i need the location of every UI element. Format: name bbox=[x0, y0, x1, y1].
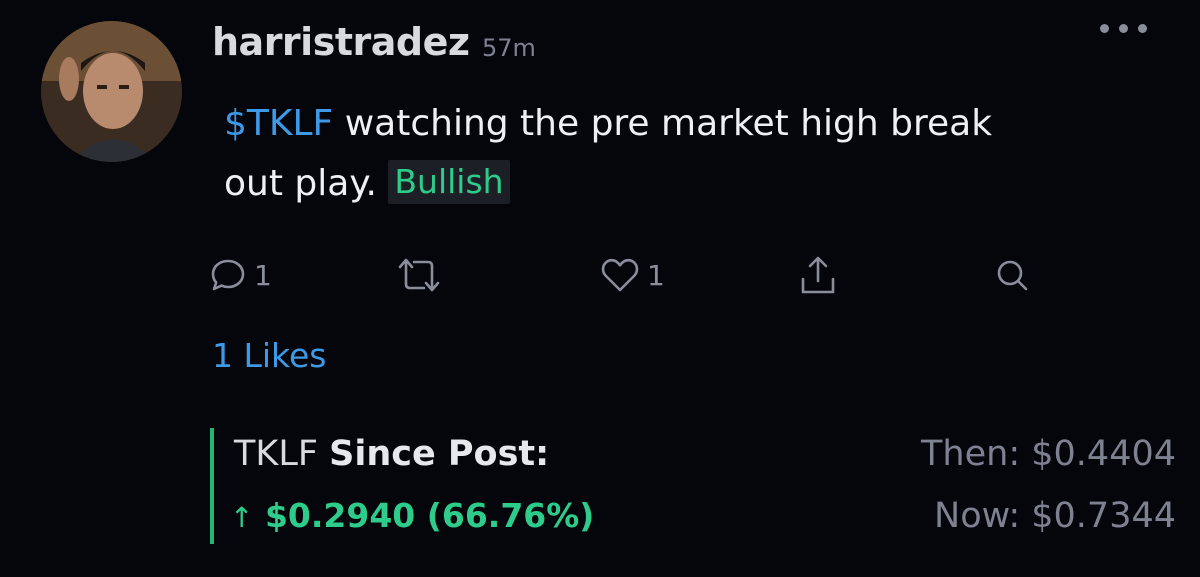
reply-count: 1 bbox=[254, 258, 272, 292]
sentiment-badge: Bullish bbox=[388, 160, 510, 204]
since-post-label: Since Post: bbox=[329, 434, 550, 474]
more-dot bbox=[1119, 23, 1128, 33]
search-icon bbox=[997, 260, 1028, 291]
then-label: Then: bbox=[921, 434, 1021, 474]
username[interactable]: harristradez bbox=[212, 20, 470, 64]
now-price: Now: $0.7344 bbox=[934, 496, 1176, 536]
reshare-button[interactable] bbox=[396, 252, 442, 298]
like-count: 1 bbox=[647, 258, 665, 292]
reply-icon bbox=[211, 259, 245, 291]
price-performance-panel[interactable]: TKLF Since Post: ↑ $0.2940 (66.76%) Then… bbox=[210, 428, 1176, 544]
post-text-line2: out play. bbox=[224, 163, 377, 204]
like-button[interactable]: 1 bbox=[599, 252, 665, 298]
reply-button[interactable]: 1 bbox=[208, 252, 272, 298]
avatar[interactable] bbox=[41, 21, 182, 162]
share-icon bbox=[801, 256, 835, 294]
up-arrow-icon: ↑ bbox=[230, 501, 254, 534]
post-body: $TKLF watching the pre market high break… bbox=[224, 94, 1064, 214]
more-icon[interactable] bbox=[1100, 22, 1160, 34]
post-timestamp: 57m bbox=[482, 34, 536, 62]
then-value: $0.4404 bbox=[1031, 434, 1176, 474]
share-button[interactable] bbox=[798, 252, 838, 298]
reshare-icon bbox=[398, 258, 440, 292]
more-dot bbox=[1138, 23, 1147, 33]
change-amount: $0.2940 bbox=[264, 496, 416, 535]
post-text-line1: watching the pre market high break bbox=[333, 103, 993, 144]
now-value: $0.7344 bbox=[1031, 496, 1176, 536]
search-button[interactable] bbox=[992, 252, 1032, 298]
likes-link[interactable]: 1 Likes bbox=[212, 336, 326, 375]
performance-title: TKLF Since Post: bbox=[234, 434, 549, 474]
cashtag-link[interactable]: $TKLF bbox=[224, 103, 333, 144]
then-price: Then: $0.4404 bbox=[921, 434, 1176, 474]
now-label: Now: bbox=[934, 496, 1021, 536]
performance-symbol: TKLF bbox=[234, 434, 318, 474]
like-icon bbox=[601, 258, 639, 292]
change-percent: (66.76%) bbox=[426, 496, 595, 535]
price-change: ↑ $0.2940 (66.76%) bbox=[230, 496, 594, 535]
more-dot bbox=[1100, 23, 1109, 33]
